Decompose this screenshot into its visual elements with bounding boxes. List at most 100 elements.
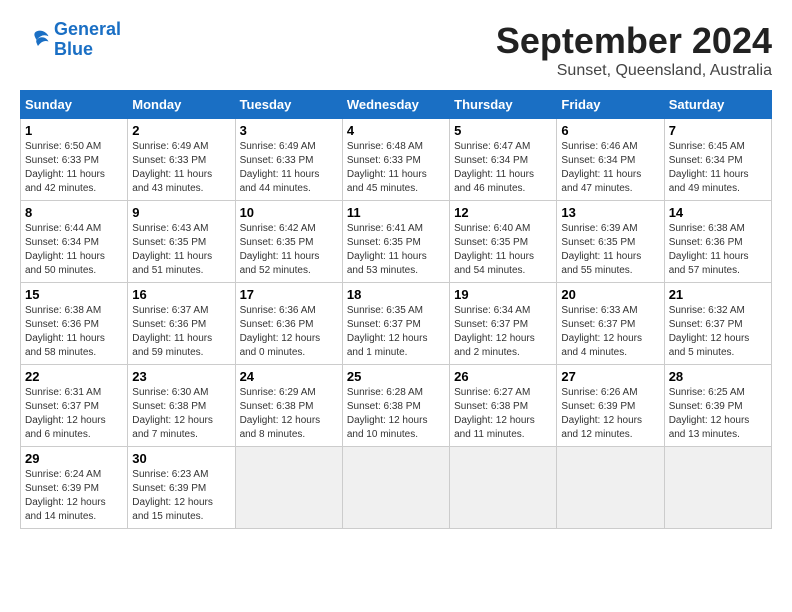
day-number: 24 xyxy=(240,369,338,384)
calendar-day-cell: 24 Sunrise: 6:29 AMSunset: 6:38 PMDayligh… xyxy=(235,365,342,447)
calendar-day-cell: 1 Sunrise: 6:50 AMSunset: 6:33 PMDaylight… xyxy=(21,119,128,201)
day-number: 1 xyxy=(25,123,123,138)
calendar-week-row: 22Sunrise: 6:31 AMSunset: 6:37 PMDayligh… xyxy=(21,365,772,447)
day-info: Sunrise: 6:34 AMSunset: 6:37 PMDaylight:… xyxy=(454,305,535,358)
calendar-day-cell: 2Sunrise: 6:49 AMSunset: 6:33 PMDaylight… xyxy=(128,119,235,201)
day-number: 9 xyxy=(132,205,230,220)
calendar-week-row: 1 Sunrise: 6:50 AMSunset: 6:33 PMDaylight… xyxy=(21,119,772,201)
day-number: 23 xyxy=(132,369,230,384)
calendar-day-cell: 10 Sunrise: 6:42 AMSunset: 6:35 PMDayligh… xyxy=(235,201,342,283)
calendar-header-row: Sunday Monday Tuesday Wednesday Thursday… xyxy=(21,91,772,119)
day-info: Sunrise: 6:24 AMSunset: 6:39 PMDaylight:… xyxy=(25,469,106,522)
calendar-day-cell: 18 Sunrise: 6:35 AMSunset: 6:37 PMDayligh… xyxy=(342,283,449,365)
day-info: Sunrise: 6:39 AMSunset: 6:35 PMDaylight:… xyxy=(561,223,641,276)
day-info: Sunrise: 6:44 AMSunset: 6:34 PMDaylight:… xyxy=(25,223,105,276)
logo-bird-icon xyxy=(20,25,50,55)
day-number: 8 xyxy=(25,205,123,220)
day-number: 7 xyxy=(669,123,767,138)
day-info: Sunrise: 6:30 AMSunset: 6:38 PMDaylight:… xyxy=(132,387,213,440)
day-info: Sunrise: 6:32 AMSunset: 6:37 PMDaylight:… xyxy=(669,305,750,358)
calendar-week-row: 8 Sunrise: 6:44 AMSunset: 6:34 PMDaylight… xyxy=(21,201,772,283)
col-tuesday: Tuesday xyxy=(235,91,342,119)
day-info: Sunrise: 6:37 AMSunset: 6:36 PMDaylight:… xyxy=(132,305,212,358)
calendar-day-cell: 9Sunrise: 6:43 AMSunset: 6:35 PMDaylight… xyxy=(128,201,235,283)
day-info: Sunrise: 6:35 AMSunset: 6:37 PMDaylight:… xyxy=(347,305,428,358)
calendar-day-cell xyxy=(450,447,557,529)
day-info: Sunrise: 6:36 AMSunset: 6:36 PMDaylight:… xyxy=(240,305,321,358)
calendar-day-cell: 29 Sunrise: 6:24 AMSunset: 6:39 PMDayligh… xyxy=(21,447,128,529)
day-info: Sunrise: 6:38 AMSunset: 6:36 PMDaylight:… xyxy=(25,305,105,358)
day-info: Sunrise: 6:26 AMSunset: 6:39 PMDaylight:… xyxy=(561,387,642,440)
main-title: September 2024 xyxy=(496,20,772,62)
day-number: 6 xyxy=(561,123,659,138)
sub-title: Sunset, Queensland, Australia xyxy=(496,62,772,80)
calendar-day-cell: 26 Sunrise: 6:27 AMSunset: 6:38 PMDayligh… xyxy=(450,365,557,447)
calendar-week-row: 29 Sunrise: 6:24 AMSunset: 6:39 PMDayligh… xyxy=(21,447,772,529)
calendar-day-cell: 22Sunrise: 6:31 AMSunset: 6:37 PMDayligh… xyxy=(21,365,128,447)
calendar-day-cell: 5 Sunrise: 6:47 AMSunset: 6:34 PMDaylight… xyxy=(450,119,557,201)
calendar-day-cell: 19 Sunrise: 6:34 AMSunset: 6:37 PMDayligh… xyxy=(450,283,557,365)
day-number: 29 xyxy=(25,451,123,466)
calendar-day-cell: 28Sunrise: 6:25 AMSunset: 6:39 PMDayligh… xyxy=(664,365,771,447)
calendar-day-cell: 23 Sunrise: 6:30 AMSunset: 6:38 PMDayligh… xyxy=(128,365,235,447)
col-thursday: Thursday xyxy=(450,91,557,119)
day-info: Sunrise: 6:38 AMSunset: 6:36 PMDaylight:… xyxy=(669,223,749,276)
title-block: September 2024 Sunset, Queensland, Austr… xyxy=(496,20,772,80)
day-info: Sunrise: 6:23 AMSunset: 6:39 PMDaylight:… xyxy=(132,469,213,522)
calendar-day-cell xyxy=(235,447,342,529)
day-number: 3 xyxy=(240,123,338,138)
calendar-day-cell: 30 Sunrise: 6:23 AMSunset: 6:39 PMDayligh… xyxy=(128,447,235,529)
page-header: General Blue September 2024 Sunset, Quee… xyxy=(20,20,772,80)
day-info: Sunrise: 6:42 AMSunset: 6:35 PMDaylight:… xyxy=(240,223,320,276)
calendar-day-cell: 17 Sunrise: 6:36 AMSunset: 6:36 PMDayligh… xyxy=(235,283,342,365)
day-number: 19 xyxy=(454,287,552,302)
day-number: 18 xyxy=(347,287,445,302)
day-info: Sunrise: 6:41 AMSunset: 6:35 PMDaylight:… xyxy=(347,223,427,276)
day-info: Sunrise: 6:25 AMSunset: 6:39 PMDaylight:… xyxy=(669,387,750,440)
day-info: Sunrise: 6:28 AMSunset: 6:38 PMDaylight:… xyxy=(347,387,428,440)
calendar-day-cell xyxy=(664,447,771,529)
col-friday: Friday xyxy=(557,91,664,119)
day-number: 11 xyxy=(347,205,445,220)
day-number: 12 xyxy=(454,205,552,220)
day-info: Sunrise: 6:50 AMSunset: 6:33 PMDaylight:… xyxy=(25,141,105,194)
day-number: 17 xyxy=(240,287,338,302)
calendar-week-row: 15 Sunrise: 6:38 AMSunset: 6:36 PMDayligh… xyxy=(21,283,772,365)
logo: General Blue xyxy=(20,20,121,60)
calendar-day-cell: 6Sunrise: 6:46 AMSunset: 6:34 PMDaylight… xyxy=(557,119,664,201)
day-info: Sunrise: 6:49 AMSunset: 6:33 PMDaylight:… xyxy=(132,141,212,194)
calendar-day-cell: 12 Sunrise: 6:40 AMSunset: 6:35 PMDayligh… xyxy=(450,201,557,283)
day-number: 30 xyxy=(132,451,230,466)
calendar-day-cell xyxy=(342,447,449,529)
day-number: 13 xyxy=(561,205,659,220)
col-wednesday: Wednesday xyxy=(342,91,449,119)
calendar-day-cell: 15 Sunrise: 6:38 AMSunset: 6:36 PMDayligh… xyxy=(21,283,128,365)
day-info: Sunrise: 6:47 AMSunset: 6:34 PMDaylight:… xyxy=(454,141,534,194)
day-info: Sunrise: 6:40 AMSunset: 6:35 PMDaylight:… xyxy=(454,223,534,276)
day-number: 20 xyxy=(561,287,659,302)
day-info: Sunrise: 6:48 AMSunset: 6:33 PMDaylight:… xyxy=(347,141,427,194)
calendar-day-cell: 4Sunrise: 6:48 AMSunset: 6:33 PMDaylight… xyxy=(342,119,449,201)
day-number: 26 xyxy=(454,369,552,384)
day-info: Sunrise: 6:29 AMSunset: 6:38 PMDaylight:… xyxy=(240,387,321,440)
calendar-day-cell: 8 Sunrise: 6:44 AMSunset: 6:34 PMDaylight… xyxy=(21,201,128,283)
calendar-day-cell: 16Sunrise: 6:37 AMSunset: 6:36 PMDayligh… xyxy=(128,283,235,365)
day-number: 21 xyxy=(669,287,767,302)
day-info: Sunrise: 6:49 AMSunset: 6:33 PMDaylight:… xyxy=(240,141,320,194)
day-info: Sunrise: 6:27 AMSunset: 6:38 PMDaylight:… xyxy=(454,387,535,440)
day-number: 27 xyxy=(561,369,659,384)
calendar-table: Sunday Monday Tuesday Wednesday Thursday… xyxy=(20,90,772,529)
day-number: 15 xyxy=(25,287,123,302)
calendar-day-cell: 11 Sunrise: 6:41 AMSunset: 6:35 PMDayligh… xyxy=(342,201,449,283)
calendar-day-cell: 20Sunrise: 6:33 AMSunset: 6:37 PMDayligh… xyxy=(557,283,664,365)
calendar-day-cell: 25 Sunrise: 6:28 AMSunset: 6:38 PMDayligh… xyxy=(342,365,449,447)
day-info: Sunrise: 6:45 AMSunset: 6:34 PMDaylight:… xyxy=(669,141,749,194)
calendar-day-cell: 7 Sunrise: 6:45 AMSunset: 6:34 PMDaylight… xyxy=(664,119,771,201)
calendar-day-cell: 13 Sunrise: 6:39 AMSunset: 6:35 PMDayligh… xyxy=(557,201,664,283)
col-monday: Monday xyxy=(128,91,235,119)
day-number: 10 xyxy=(240,205,338,220)
day-number: 5 xyxy=(454,123,552,138)
day-number: 22 xyxy=(25,369,123,384)
calendar-day-cell xyxy=(557,447,664,529)
day-number: 25 xyxy=(347,369,445,384)
